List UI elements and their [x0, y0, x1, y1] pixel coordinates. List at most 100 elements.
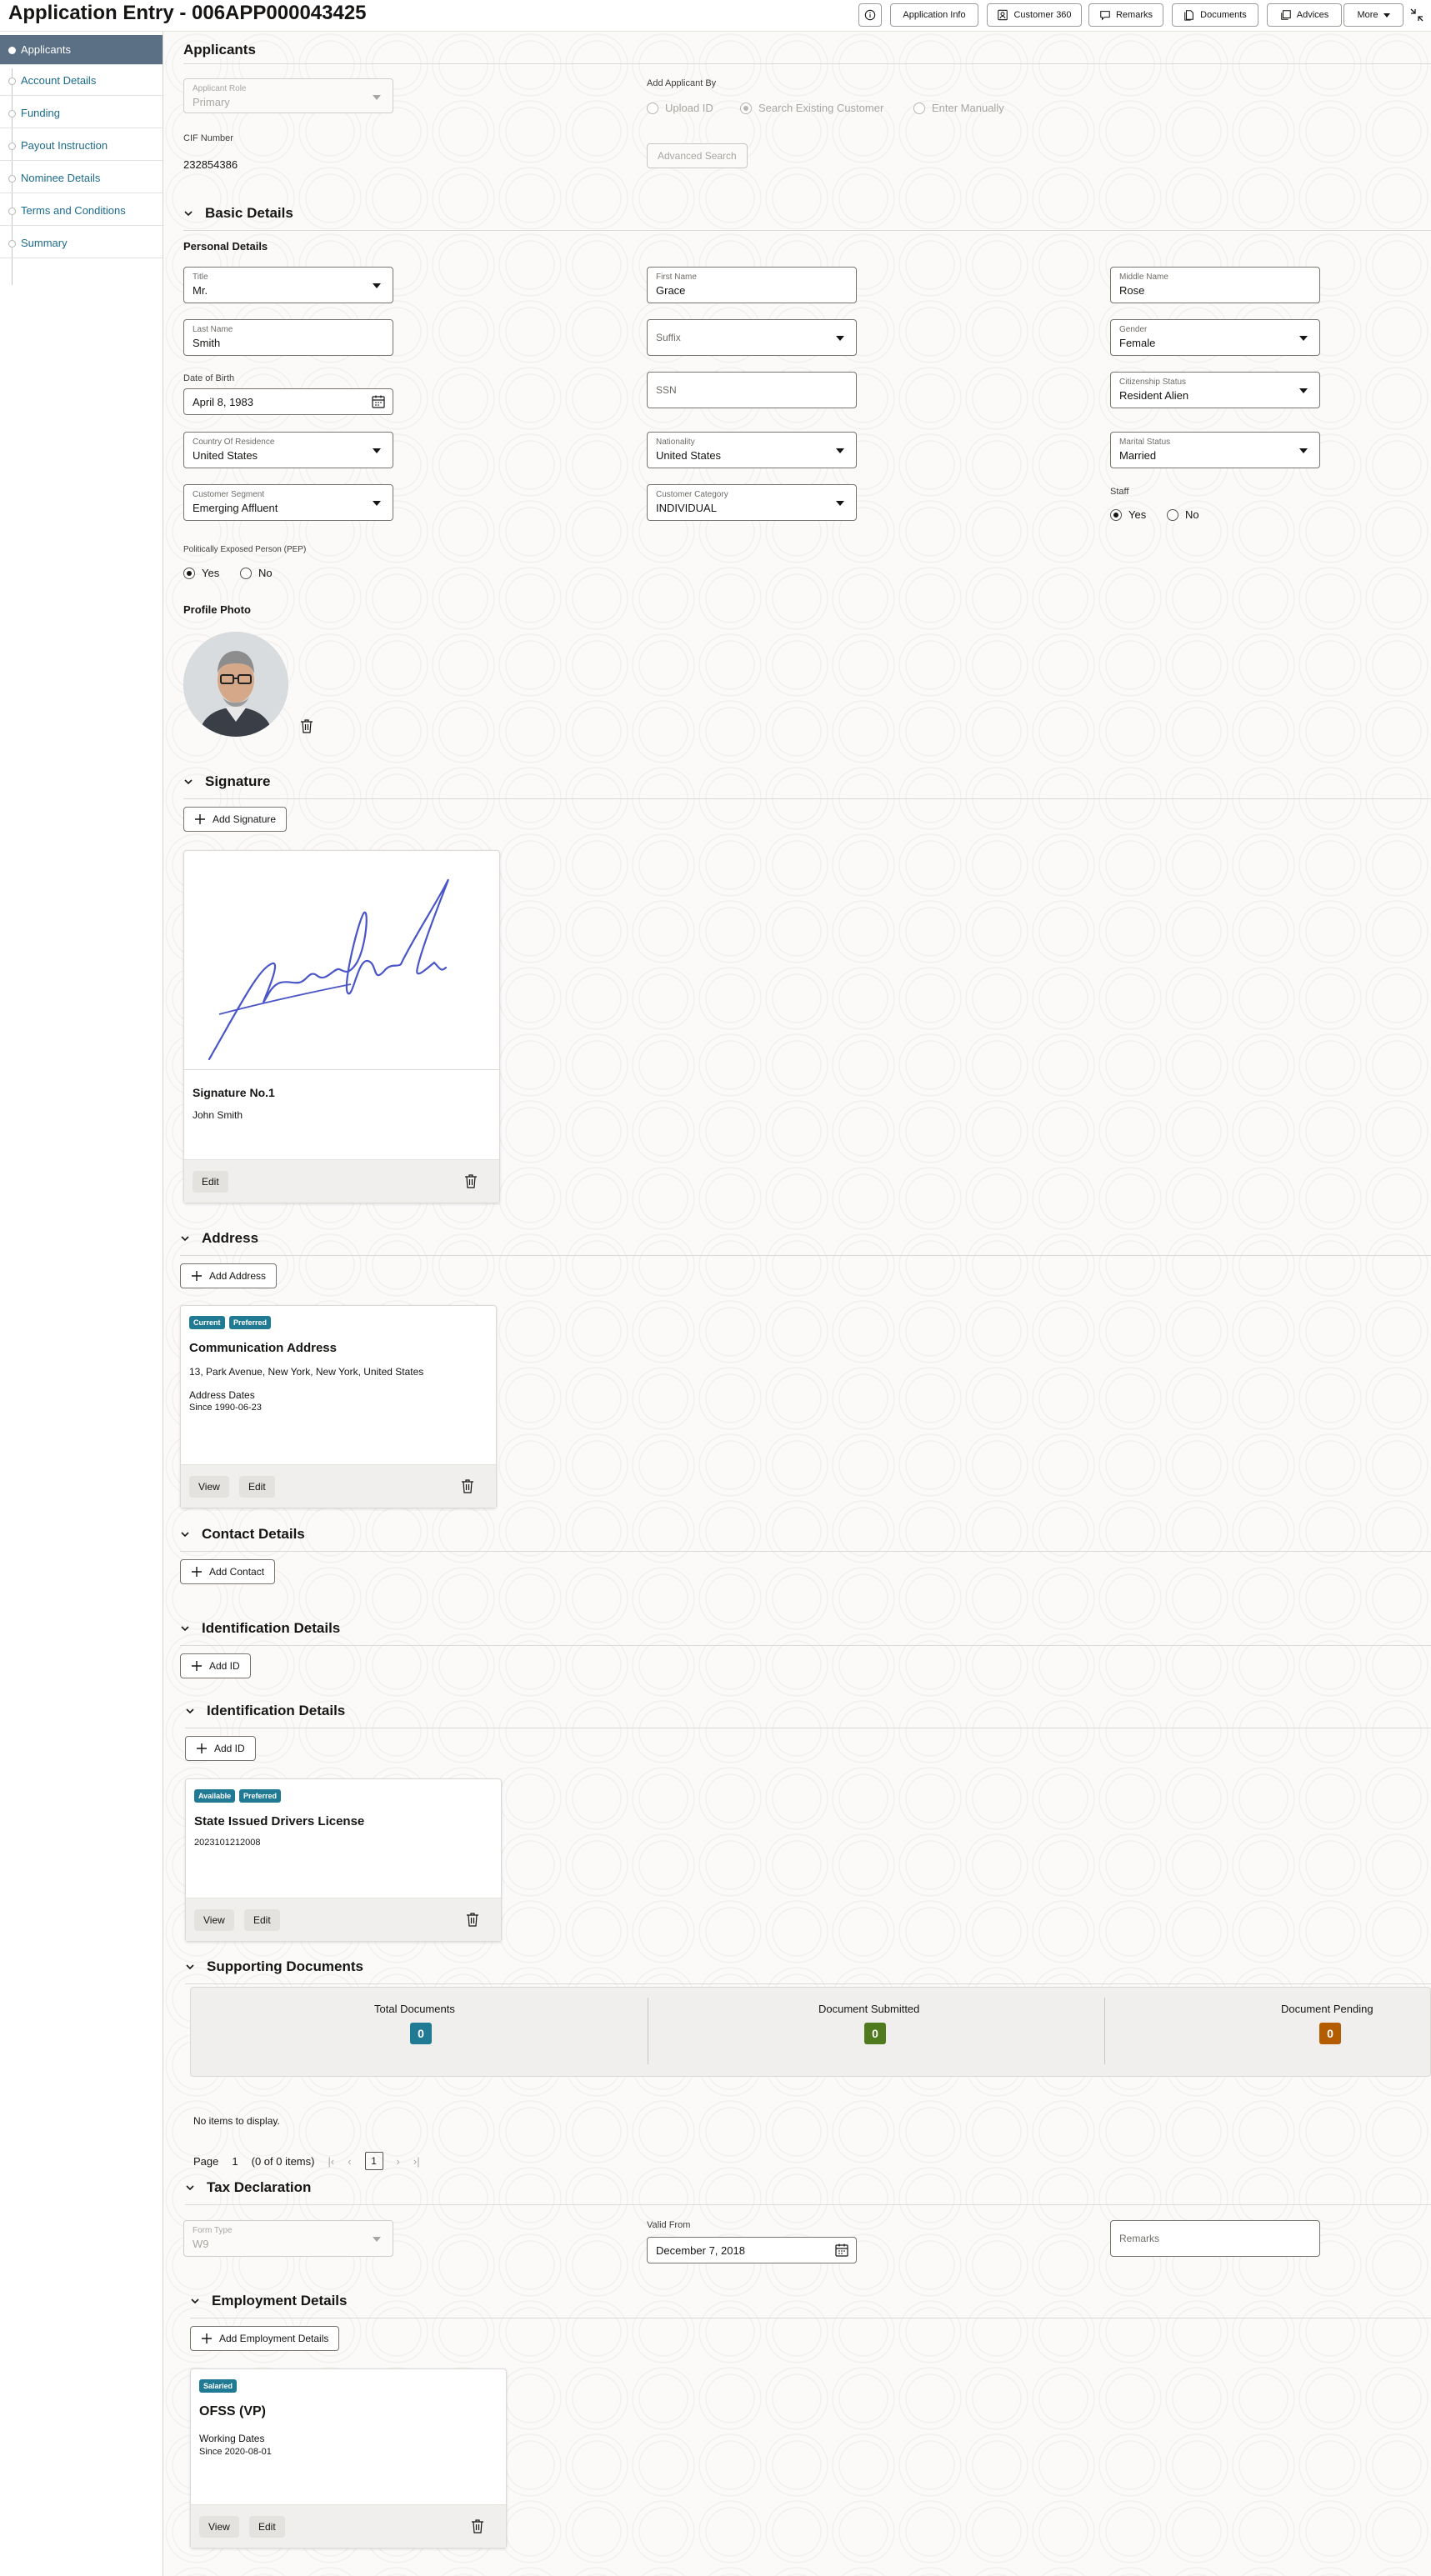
- collapse-icon[interactable]: [1408, 7, 1425, 23]
- last-name-field[interactable]: Last Name Smith: [183, 319, 393, 356]
- divider: [183, 230, 1431, 231]
- add-signature-button[interactable]: Add Signature: [183, 807, 288, 832]
- customer360-button[interactable]: Customer 360: [987, 3, 1082, 27]
- next-page-icon[interactable]: ›: [397, 2155, 400, 2168]
- address-view-button[interactable]: View: [189, 1476, 229, 1498]
- chevron-down-icon: [373, 283, 381, 288]
- radio-circle: [183, 567, 195, 579]
- customer-segment-select[interactable]: Customer Segment Emerging Affluent: [183, 484, 393, 521]
- first-page-icon[interactable]: |‹: [328, 2155, 334, 2168]
- employment-edit-button[interactable]: Edit: [249, 2516, 285, 2538]
- radio-enter-manually[interactable]: Enter Manually: [913, 102, 1004, 114]
- page-number-input[interactable]: 1: [232, 2155, 238, 2168]
- delete-employment-icon[interactable]: [471, 2518, 484, 2533]
- add-id-button[interactable]: Add ID: [180, 1653, 251, 1678]
- add-contact-button[interactable]: Add Contact: [180, 1559, 276, 1584]
- documents-button[interactable]: Documents: [1172, 3, 1258, 27]
- sidebar-item-account-details[interactable]: Account Details: [0, 66, 163, 96]
- button-label: Add Signature: [213, 813, 277, 825]
- valid-from-field[interactable]: December 7, 2018: [647, 2237, 857, 2263]
- remarks-button[interactable]: Remarks: [1088, 3, 1163, 27]
- ssn-field[interactable]: SSN: [647, 372, 857, 408]
- radio-circle: [647, 102, 658, 114]
- divider: [180, 1255, 1431, 1256]
- delete-id-icon[interactable]: [466, 1912, 479, 1927]
- employment-details-header[interactable]: Employment Details: [190, 2293, 348, 2309]
- signature-edit-button[interactable]: Edit: [193, 1171, 228, 1193]
- sidebar-item-funding[interactable]: Funding: [0, 98, 163, 128]
- step-dot: [8, 240, 16, 248]
- contact-details-header[interactable]: Contact Details: [180, 1526, 305, 1543]
- signature-header[interactable]: Signature: [183, 773, 270, 790]
- sidebar-item-applicants[interactable]: Applicants: [0, 35, 163, 65]
- radio-circle: [1110, 508, 1122, 521]
- employment-view-button[interactable]: View: [199, 2516, 239, 2538]
- advanced-search-button[interactable]: Advanced Search: [647, 143, 748, 168]
- supporting-documents-header[interactable]: Supporting Documents: [185, 1958, 363, 1975]
- gender-select[interactable]: Gender Female: [1110, 319, 1320, 356]
- profile-photo-label: Profile Photo: [183, 603, 251, 616]
- card-footer: View Edit: [181, 1464, 496, 1508]
- sidebar-item-summary[interactable]: Summary: [0, 228, 163, 258]
- section-title: Basic Details: [205, 205, 293, 221]
- address-header[interactable]: Address: [180, 1230, 258, 1247]
- customer-category-select[interactable]: Customer Category INDIVIDUAL: [647, 484, 857, 521]
- identification-details-header[interactable]: Identification Details: [180, 1620, 340, 1637]
- dob-field[interactable]: April 8, 1983: [183, 388, 393, 415]
- application-info-button[interactable]: Application Info: [890, 3, 978, 27]
- current-page-button[interactable]: 1: [364, 2152, 383, 2170]
- page-info: (0 of 0 items): [251, 2154, 315, 2168]
- last-page-icon[interactable]: ›|: [413, 2155, 420, 2168]
- pep-no-radio[interactable]: No: [240, 567, 273, 579]
- more-button[interactable]: More: [1343, 3, 1403, 27]
- nationality-select[interactable]: Nationality United States: [647, 432, 857, 468]
- calendar-icon[interactable]: [371, 394, 386, 409]
- delete-address-icon[interactable]: [461, 1478, 474, 1493]
- address-edit-button[interactable]: Edit: [239, 1476, 275, 1498]
- first-name-field[interactable]: First Name Grace: [647, 267, 857, 303]
- citizenship-status-select[interactable]: Citizenship Status Resident Alien: [1110, 372, 1320, 408]
- id-edit-button[interactable]: Edit: [244, 1909, 280, 1931]
- button-label: Edit: [253, 1914, 271, 1926]
- add-address-button[interactable]: Add Address: [180, 1263, 278, 1288]
- divider: [185, 1983, 1431, 1984]
- identification-details-subheader[interactable]: Identification Details: [185, 1703, 345, 1719]
- button-label: View: [208, 2521, 230, 2533]
- field-label: Citizenship Status: [1119, 378, 1187, 387]
- info-button[interactable]: [858, 3, 882, 27]
- sidebar-item-label: Summary: [21, 237, 68, 249]
- title-select[interactable]: Title Mr.: [183, 267, 393, 303]
- calendar-icon[interactable]: [834, 2243, 849, 2258]
- radio-upload-id[interactable]: Upload ID: [647, 102, 713, 114]
- middle-name-field[interactable]: Middle Name Rose: [1110, 267, 1320, 303]
- advices-button[interactable]: Advices: [1267, 3, 1342, 27]
- marital-status-select[interactable]: Marital Status Married: [1110, 432, 1320, 468]
- top-bar: Application Entry - 006APP000043425 Appl…: [0, 0, 1431, 32]
- tax-declaration-header[interactable]: Tax Declaration: [185, 2179, 311, 2196]
- form-type-select[interactable]: Form Type W9: [183, 2220, 393, 2257]
- delete-photo-icon[interactable]: [300, 718, 313, 733]
- staff-yes-radio[interactable]: Yes: [1110, 508, 1146, 521]
- basic-details-header[interactable]: Basic Details: [183, 205, 293, 222]
- applicant-role-select[interactable]: Applicant Role Primary: [183, 78, 393, 113]
- current-badge: Current: [189, 1316, 225, 1329]
- address-card: Current Preferred Communication Address …: [180, 1305, 497, 1508]
- page-title: Application Entry - 006APP000043425: [8, 2, 367, 24]
- pep-yes-radio[interactable]: Yes: [183, 567, 219, 579]
- radio-label: No: [258, 567, 273, 579]
- country-of-residence-select[interactable]: Country Of Residence United States: [183, 432, 393, 468]
- radio-search-existing-customer[interactable]: Search Existing Customer: [740, 102, 883, 114]
- add-id-button-inner[interactable]: Add ID: [185, 1736, 256, 1761]
- id-view-button[interactable]: View: [194, 1909, 234, 1931]
- add-employment-details-button[interactable]: Add Employment Details: [190, 2326, 340, 2351]
- staff-no-radio[interactable]: No: [1167, 508, 1199, 521]
- signature-image: [208, 878, 449, 1061]
- sidebar-item-nominee-details[interactable]: Nominee Details: [0, 163, 163, 193]
- sidebar-item-terms-and-conditions[interactable]: Terms and Conditions: [0, 196, 163, 226]
- sidebar-item-payout-instruction[interactable]: Payout Instruction: [0, 131, 163, 161]
- remarks-field[interactable]: Remarks: [1110, 2220, 1320, 2257]
- delete-signature-icon[interactable]: [464, 1173, 478, 1188]
- prev-page-icon[interactable]: ‹: [348, 2155, 351, 2168]
- suffix-select[interactable]: Suffix: [647, 319, 857, 356]
- field-placeholder: Suffix: [656, 332, 681, 343]
